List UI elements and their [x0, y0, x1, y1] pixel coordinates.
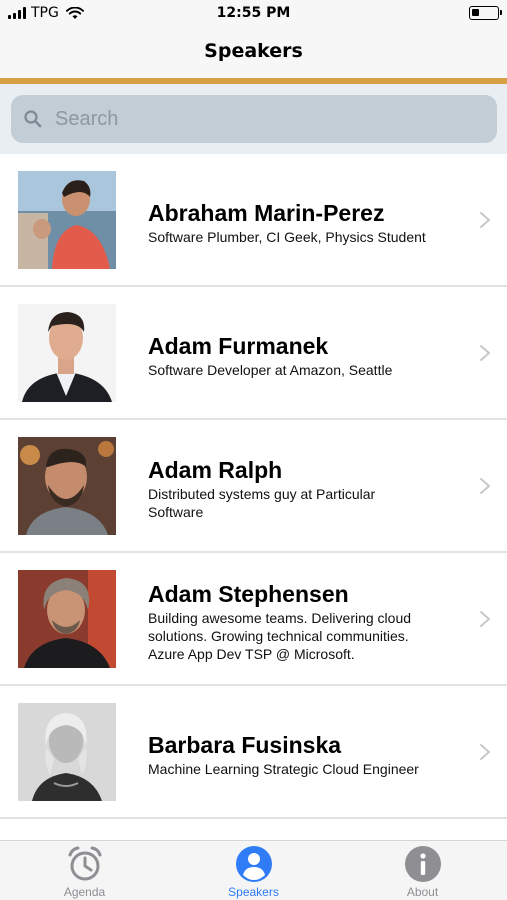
search-field[interactable]: [11, 95, 497, 143]
speaker-bio-line: solutions. Growing technical communities…: [148, 628, 409, 644]
speaker-bio: Distributed systems guy at Particular So…: [148, 485, 468, 521]
speaker-bio: Machine Learning Strategic Cloud Enginee…: [148, 760, 468, 778]
speaker-photo: [18, 304, 116, 402]
battery-icon: [469, 6, 502, 20]
speaker-row[interactable]: Abraham Marin-Perez Software Plumber, CI…: [0, 154, 507, 287]
speaker-photo: [18, 570, 116, 668]
tab-about[interactable]: About: [338, 841, 507, 900]
speaker-bio-line: Software: [148, 504, 204, 520]
speaker-bio-line: Machine Learning Strategic Cloud Enginee…: [148, 761, 419, 777]
speaker-row[interactable]: Adam Ralph Distributed systems guy at Pa…: [0, 420, 507, 553]
speaker-name: Barbara Fusinska: [148, 732, 342, 758]
person-icon: [235, 846, 272, 882]
tab-label: Speakers: [228, 885, 279, 899]
battery-level-fill: [472, 9, 479, 16]
speaker-bio-line: Distributed systems guy at Particular: [148, 486, 376, 502]
tab-label: Agenda: [63, 885, 106, 899]
status-time: 12:55 PM: [216, 5, 291, 21]
speaker-row[interactable]: Adam Stephensen Building awesome teams. …: [0, 553, 507, 686]
speaker-name: Adam Furmanek: [148, 333, 329, 359]
chevron-right-icon: [480, 744, 490, 760]
speaker-bio-line: Building awesome teams. Delivering cloud: [148, 610, 412, 626]
speaker-bio-line: Software Developer at Amazon, Seattle: [148, 362, 393, 378]
speaker-bio-line: Azure App Dev TSP @ Microsoft.: [148, 646, 355, 662]
speaker-bio: Software Plumber, CI Geek, Physics Stude…: [148, 228, 468, 246]
alarm-clock-icon: [68, 846, 101, 881]
navigation-bar: Speakers: [0, 28, 507, 80]
speaker-row[interactable]: Barbara Fusinska Machine Learning Strate…: [0, 686, 507, 819]
chevron-right-icon: [480, 478, 490, 494]
tab-bar: Agenda Speakers About: [0, 840, 507, 900]
search-bar: [0, 84, 507, 154]
tab-agenda[interactable]: Agenda: [0, 841, 169, 900]
page-title: Speakers: [204, 40, 303, 62]
speaker-bio: Building awesome teams. Delivering cloud…: [148, 609, 468, 663]
speaker-bio: Software Developer at Amazon, Seattle: [148, 361, 468, 379]
info-icon: [404, 846, 441, 882]
chevron-right-icon: [480, 345, 490, 361]
search-input[interactable]: [55, 107, 455, 131]
speaker-row[interactable]: Adam Furmanek Software Developer at Amaz…: [0, 287, 507, 420]
speaker-photo: [18, 703, 116, 801]
speaker-bio-line: Software Plumber, CI Geek, Physics Stude…: [148, 229, 426, 245]
speaker-photo: [18, 437, 116, 535]
chevron-right-icon: [480, 611, 490, 627]
chevron-right-icon: [480, 212, 490, 228]
speaker-list: Abraham Marin-Perez Software Plumber, CI…: [0, 154, 507, 840]
speaker-name: Adam Ralph: [148, 457, 283, 483]
tab-label: About: [406, 885, 439, 899]
status-bar: TPG 12:55 PM: [0, 0, 507, 28]
speaker-name: Abraham Marin-Perez: [148, 200, 385, 226]
speaker-name: Adam Stephensen: [148, 581, 349, 607]
speaker-photo: [18, 171, 116, 269]
search-icon: [24, 110, 42, 128]
tab-speakers[interactable]: Speakers: [169, 841, 338, 900]
